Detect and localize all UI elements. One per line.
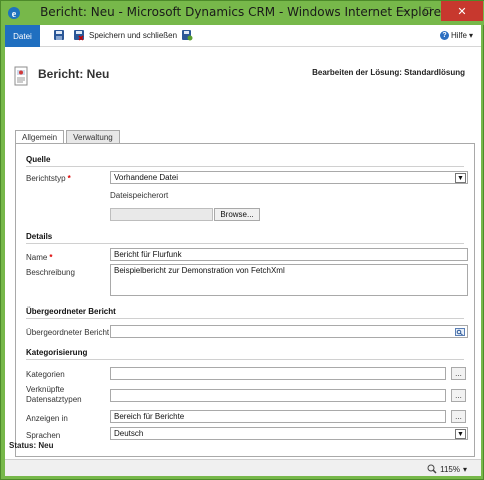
section-title-categorization: Kategorisierung [26, 348, 88, 357]
report-icon [14, 66, 28, 86]
categories-label: Kategorien [26, 370, 65, 379]
section-divider [26, 166, 464, 167]
parent-report-label: Übergeordneter Bericht [26, 328, 110, 337]
section-divider [26, 359, 464, 360]
browse-button[interactable]: Browse... [214, 208, 260, 221]
close-button[interactable]: ✕ [441, 1, 483, 21]
file-path-input[interactable] [110, 208, 213, 221]
chevron-down-icon: ▾ [468, 31, 473, 40]
required-marker: * [49, 253, 53, 262]
zoom-icon [427, 464, 437, 474]
categories-select-button[interactable]: ... [451, 367, 466, 380]
page-title: Bericht: Neu [38, 67, 110, 81]
minimize-button[interactable]: — [389, 1, 415, 21]
title-bar: e Bericht: Neu - Microsoft Dynamics CRM … [1, 1, 484, 25]
description-textarea[interactable]: Beispielbericht zur Demonstration von Fe… [110, 264, 468, 296]
description-label: Beschreibung [26, 268, 75, 277]
chevron-down-icon: ▾ [462, 464, 467, 474]
section-divider [26, 318, 464, 319]
report-type-label: Berichtstyp * [26, 174, 71, 183]
parent-report-lookup[interactable] [110, 325, 468, 338]
languages-label: Sprachen [26, 431, 61, 440]
solution-label: Bearbeiten der Lösung: Standardlösung [312, 68, 465, 77]
section-title-parent-report: Übergeordneter Bericht [26, 307, 116, 316]
record-status: Status: Neu [9, 441, 54, 450]
form-area: Quelle Berichtstyp * Vorhandene Datei ▼ D… [15, 143, 475, 457]
related-record-types-select-button[interactable]: ... [451, 389, 466, 402]
display-in-label: Anzeigen in [26, 414, 68, 423]
chevron-down-icon: ▼ [455, 173, 466, 183]
browser-status-bar: 115% ▾ [5, 459, 481, 476]
related-record-types-input[interactable] [110, 389, 446, 402]
publish-icon[interactable] [181, 29, 193, 41]
save-close-icon[interactable] [73, 29, 85, 41]
name-input[interactable]: Bericht für Flurfunk [110, 248, 468, 261]
name-label: Name * [26, 253, 53, 262]
display-in-select-button[interactable]: ... [451, 410, 466, 423]
tab-allgemein[interactable]: Allgemein [15, 130, 65, 144]
file-location-label: Dateispeicherort [110, 191, 169, 200]
required-marker: * [67, 174, 71, 183]
browser-content: Datei Speichern und schließen ? Hilfe ▾ [5, 25, 481, 476]
save-icon[interactable] [53, 29, 65, 41]
zoom-control[interactable]: 115% ▾ [427, 464, 467, 474]
report-type-select[interactable]: Vorhandene Datei ▼ [110, 171, 468, 184]
window-controls: — □ ✕ [389, 1, 483, 21]
file-tab[interactable]: Datei [5, 25, 40, 47]
form-tabs: Allgemein Verwaltung [15, 130, 120, 144]
categories-input[interactable] [110, 367, 446, 380]
section-title-details: Details [26, 232, 53, 241]
save-and-close-button[interactable]: Speichern und schließen [89, 31, 177, 40]
lookup-icon[interactable] [455, 328, 465, 336]
chevron-down-icon: ▼ [455, 429, 466, 439]
help-label: Hilfe [450, 31, 467, 40]
ribbon-bar: Datei Speichern und schließen ? Hilfe ▾ [5, 25, 481, 47]
maximize-button[interactable]: □ [415, 1, 441, 21]
section-divider [26, 243, 464, 244]
languages-select[interactable]: Deutsch ▼ [110, 427, 468, 440]
section-title-quelle: Quelle [26, 155, 51, 164]
related-record-types-label: Verknüpfte Datensatztypen [26, 385, 82, 404]
tab-verwaltung[interactable]: Verwaltung [66, 130, 120, 143]
help-button[interactable]: ? Hilfe ▾ [439, 31, 473, 40]
display-in-input[interactable]: Bereich für Berichte [110, 410, 446, 423]
help-icon: ? [439, 31, 449, 40]
browser-window: e Bericht: Neu - Microsoft Dynamics CRM … [0, 0, 484, 480]
zoom-level: 115% [440, 464, 460, 474]
